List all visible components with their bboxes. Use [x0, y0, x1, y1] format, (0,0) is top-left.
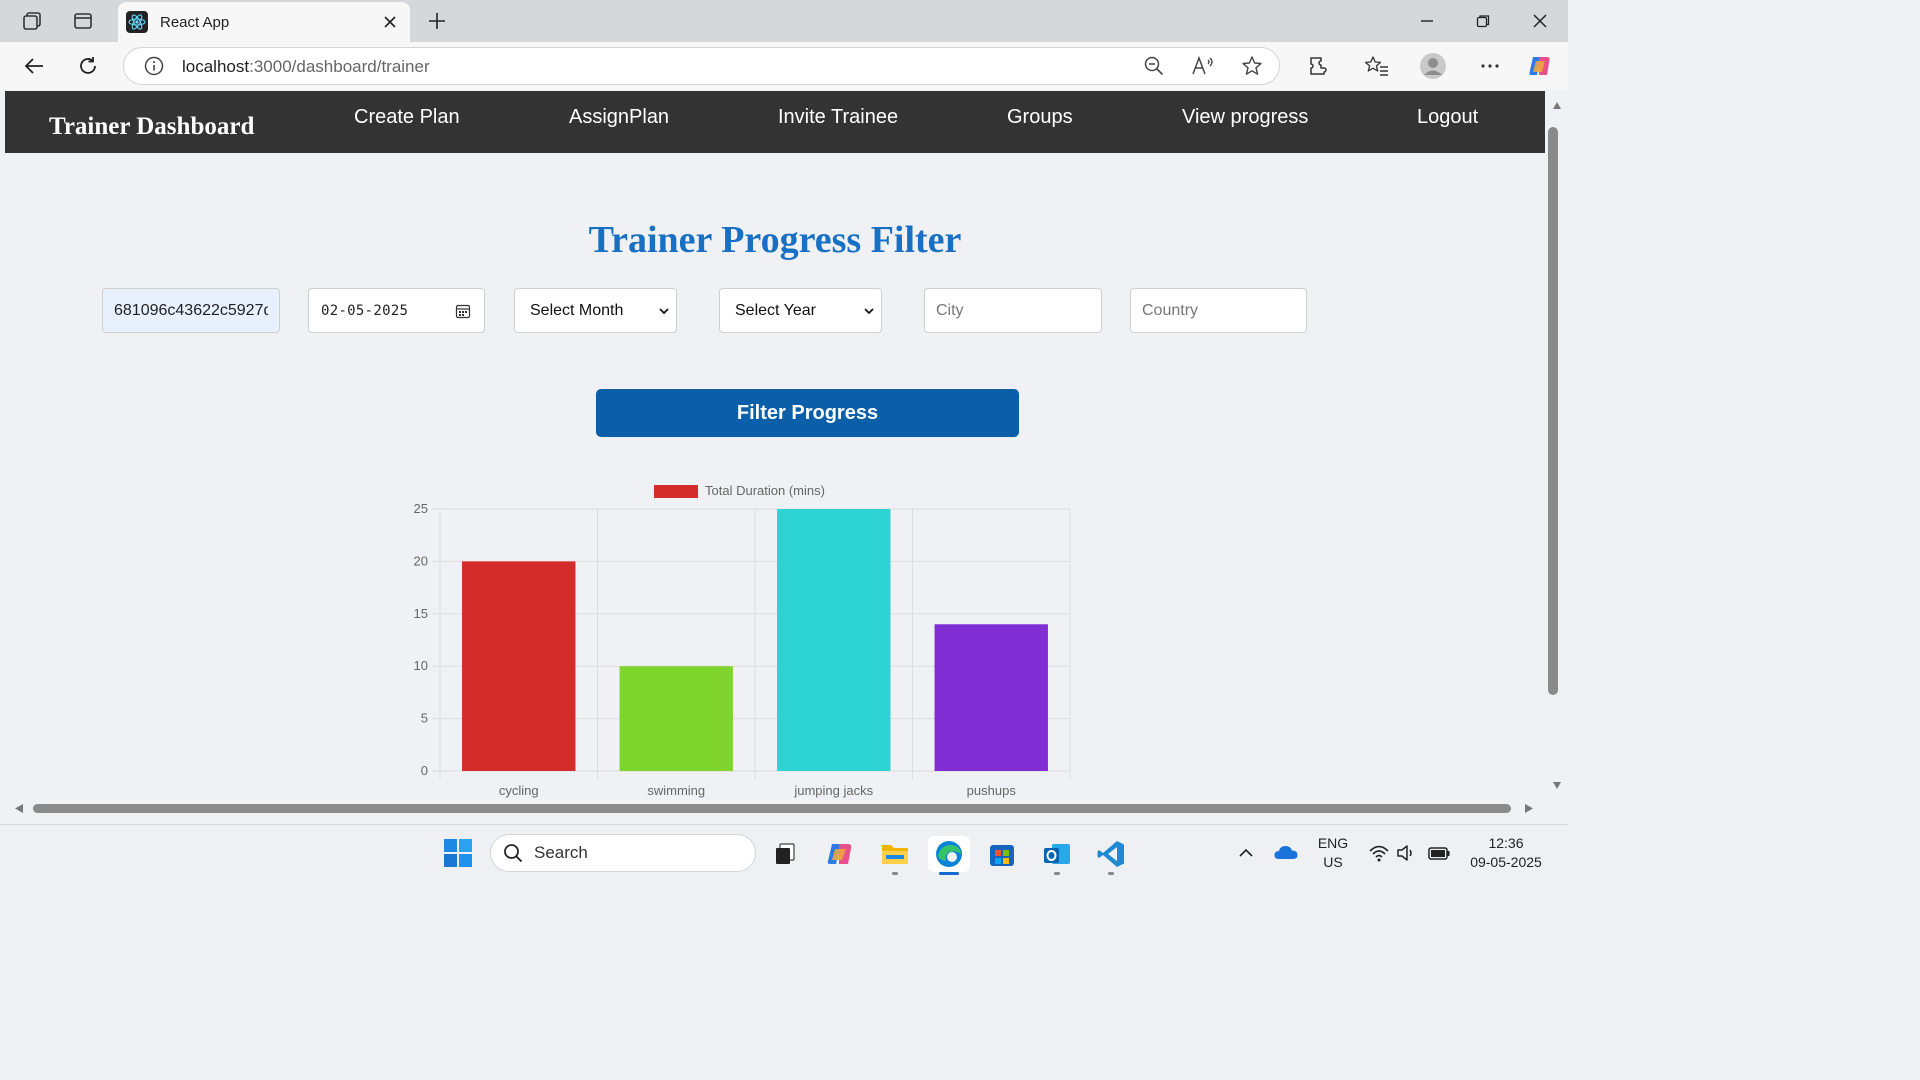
horizontal-scrollbar[interactable]: [5, 800, 1546, 818]
task-view-icon[interactable]: [767, 836, 803, 872]
y-tick-label: 0: [421, 763, 428, 778]
legend-swatch: [654, 485, 698, 498]
edge-browser-icon[interactable]: [928, 836, 970, 872]
zoom-out-icon[interactable]: [1138, 50, 1170, 82]
extensions-icon[interactable]: [1302, 50, 1334, 82]
x-tick-label: cycling: [499, 783, 539, 798]
close-tab-icon[interactable]: [376, 8, 404, 36]
site-info-icon[interactable]: [138, 50, 170, 82]
progress-bar-chart: 0 5 10 15 20 25 cycling swimming jumping jacks pu…: [414, 483, 1071, 798]
outlook-icon[interactable]: [1039, 836, 1075, 872]
vscode-icon[interactable]: [1093, 836, 1129, 872]
system-clock[interactable]: 12:36 09-05-2025: [1460, 834, 1552, 872]
nav-groups[interactable]: Groups: [1007, 106, 1073, 129]
url-text: localhost:3000/dashboard/trainer: [182, 57, 430, 76]
y-tick-label: 20: [414, 553, 428, 568]
month-select-value: Select Month: [530, 301, 624, 319]
favorite-star-icon[interactable]: [1236, 50, 1268, 82]
nav-create-plan[interactable]: Create Plan: [354, 106, 460, 129]
app-indicator: [1108, 872, 1114, 875]
windows-start-icon[interactable]: [443, 838, 473, 868]
refresh-icon[interactable]: [72, 50, 104, 82]
year-select[interactable]: Select Year: [719, 288, 882, 333]
date-value: 02-05-2025: [321, 302, 409, 319]
app-indicator: [1054, 872, 1060, 875]
close-window-icon[interactable]: [1526, 8, 1554, 34]
nav-logout[interactable]: Logout: [1417, 106, 1478, 129]
language-indicator[interactable]: ENG US: [1313, 834, 1353, 872]
x-tick-label: pushups: [967, 783, 1017, 798]
page-title: Trainer Progress Filter: [588, 219, 962, 261]
chevron-up-icon[interactable]: [1236, 843, 1256, 868]
month-select[interactable]: Select Month: [514, 288, 677, 333]
restore-icon[interactable]: [1469, 8, 1497, 34]
new-tab-icon[interactable]: [425, 9, 449, 33]
y-tick-label: 5: [421, 711, 428, 726]
trainee-id-input[interactable]: [103, 301, 279, 320]
copilot-app-icon[interactable]: [822, 836, 858, 872]
bar-jumping-jacks: [777, 509, 891, 771]
city-input[interactable]: [925, 301, 1101, 320]
workspaces-icon[interactable]: [20, 9, 44, 33]
vertical-scrollbar[interactable]: [1546, 91, 1568, 800]
tab-actions-icon[interactable]: [71, 9, 95, 33]
country-field[interactable]: [1130, 288, 1307, 333]
active-app-indicator: [939, 872, 959, 875]
legend-label: Total Duration (mins): [705, 483, 825, 498]
volume-icon[interactable]: [1396, 843, 1418, 868]
profile-avatar[interactable]: [1417, 50, 1449, 82]
nav-invite-trainee[interactable]: Invite Trainee: [778, 106, 898, 129]
city-field[interactable]: [924, 288, 1102, 333]
back-arrow-icon[interactable]: [18, 50, 50, 82]
nav-view-progress[interactable]: View progress: [1182, 106, 1308, 129]
search-label: Search: [534, 843, 588, 862]
microsoft-store-icon[interactable]: [984, 836, 1020, 872]
minimize-icon[interactable]: [1413, 8, 1441, 34]
chevron-down-icon: [658, 305, 670, 317]
file-explorer-icon[interactable]: [877, 836, 913, 872]
bar-cycling: [462, 561, 576, 771]
bar-swimming: [619, 666, 733, 771]
battery-icon[interactable]: [1427, 843, 1451, 868]
wifi-icon[interactable]: [1368, 843, 1390, 868]
browser-tab[interactable]: React App: [118, 2, 410, 42]
app-indicator: [892, 872, 898, 875]
search-icon: [503, 843, 523, 863]
y-tick-label: 10: [414, 658, 428, 673]
taskbar-search[interactable]: Search: [490, 834, 756, 872]
date-field[interactable]: 02-05-2025: [308, 288, 485, 333]
calendar-icon[interactable]: [455, 303, 471, 319]
tab-title: React App: [160, 13, 230, 31]
bar-pushups: [934, 624, 1048, 771]
filter-progress-button[interactable]: Filter Progress: [596, 389, 1019, 437]
favorites-list-icon[interactable]: [1361, 50, 1393, 82]
x-tick-label: swimming: [647, 783, 705, 798]
read-aloud-icon[interactable]: [1187, 50, 1219, 82]
y-tick-label: 25: [414, 501, 428, 516]
country-input[interactable]: [1131, 301, 1306, 320]
y-tick-label: 15: [414, 606, 428, 621]
x-tick-label: jumping jacks: [793, 783, 873, 798]
nav-assign-plan[interactable]: AssignPlan: [569, 106, 669, 129]
brand-title: Trainer Dashboard: [49, 113, 255, 140]
copilot-icon[interactable]: [1524, 50, 1556, 82]
trainee-id-field[interactable]: [102, 288, 280, 333]
more-options-icon[interactable]: [1474, 50, 1506, 82]
react-icon: [126, 11, 148, 33]
year-select-value: Select Year: [735, 301, 816, 319]
chevron-down-icon: [863, 305, 875, 317]
onedrive-cloud-icon[interactable]: [1273, 842, 1299, 867]
